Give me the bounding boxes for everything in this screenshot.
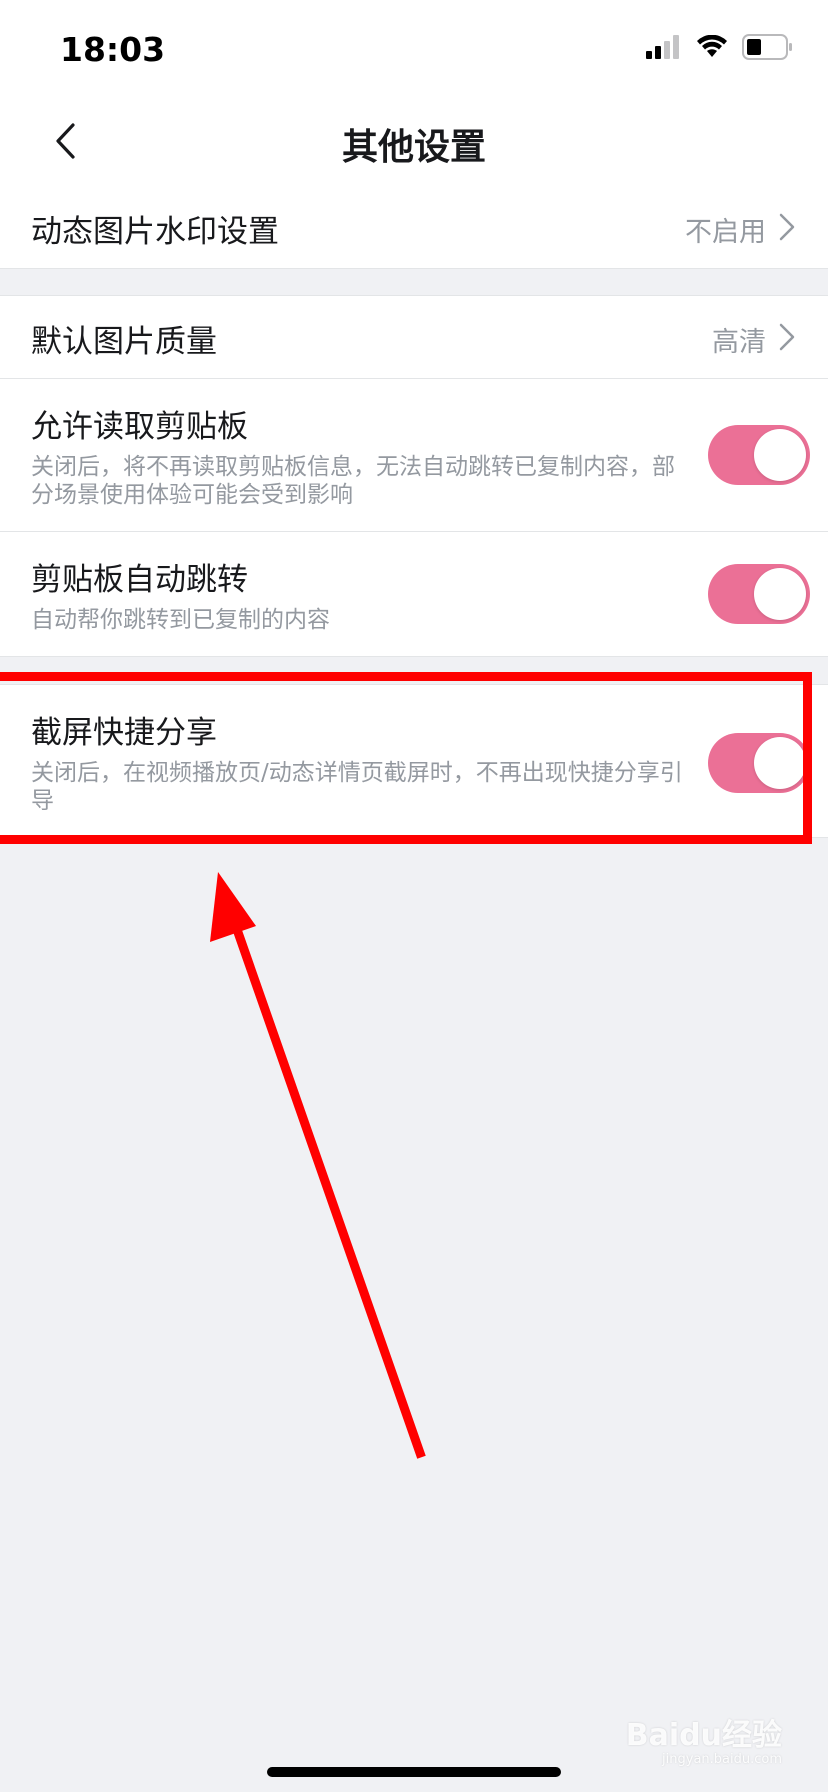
setting-title: 允许读取剪贴板 (31, 409, 248, 445)
section-divider (0, 656, 828, 657)
setting-description: 关闭后，在视频播放页/动态详情页截屏时，不再出现快捷分享引导 (31, 760, 683, 814)
status-bar: 18:03 (0, 0, 828, 96)
setting-row-image-quality[interactable]: 默认图片质量 高清 (0, 296, 828, 378)
setting-title: 截屏快捷分享 (31, 715, 217, 751)
toggle-knob (754, 429, 806, 481)
page-title: 其他设置 (341, 127, 486, 168)
setting-description: 关闭后，将不再读取剪贴板信息，无法自动跳转已复制内容，部分场景使用体验可能会受到… (31, 454, 675, 508)
signal-icon (646, 35, 679, 59)
setting-title: 默认图片质量 (31, 324, 217, 360)
section-divider (0, 268, 828, 269)
wifi-icon (697, 35, 727, 57)
status-icons (646, 34, 794, 60)
setting-value: 不启用 (685, 217, 766, 248)
screenshot-share-toggle[interactable] (708, 733, 810, 793)
setting-title: 动态图片水印设置 (31, 214, 279, 250)
baidu-jingyan-logo: Baidu经验 (625, 1718, 782, 1753)
toggle-knob (754, 737, 806, 789)
status-time: 18:03 (60, 30, 166, 69)
row-divider (0, 837, 828, 838)
clipboard-jump-toggle[interactable] (708, 564, 810, 624)
setting-row-clipboard-jump: 剪贴板自动跳转 自动帮你跳转到已复制的内容 (0, 532, 828, 656)
home-indicator[interactable] (267, 1767, 561, 1777)
setting-value: 高清 (712, 327, 766, 358)
baidu-jingyan-url: jingyan.baidu.com (662, 1752, 782, 1767)
clipboard-read-toggle[interactable] (708, 425, 810, 485)
chevron-right-icon (779, 323, 795, 351)
nav-bar: 其他设置 (0, 96, 828, 186)
setting-title: 剪贴板自动跳转 (31, 562, 248, 598)
setting-row-screenshot-share: 截屏快捷分享 关闭后，在视频播放页/动态详情页截屏时，不再出现快捷分享引导 (0, 685, 828, 837)
setting-description: 自动帮你跳转到已复制的内容 (31, 607, 330, 633)
setting-row-watermark[interactable]: 动态图片水印设置 不启用 (0, 186, 828, 268)
chevron-right-icon (779, 213, 795, 241)
toggle-knob (754, 568, 806, 620)
setting-row-clipboard-read: 允许读取剪贴板 关闭后，将不再读取剪贴板信息，无法自动跳转已复制内容，部分场景使… (0, 379, 828, 531)
battery-icon (742, 34, 792, 60)
